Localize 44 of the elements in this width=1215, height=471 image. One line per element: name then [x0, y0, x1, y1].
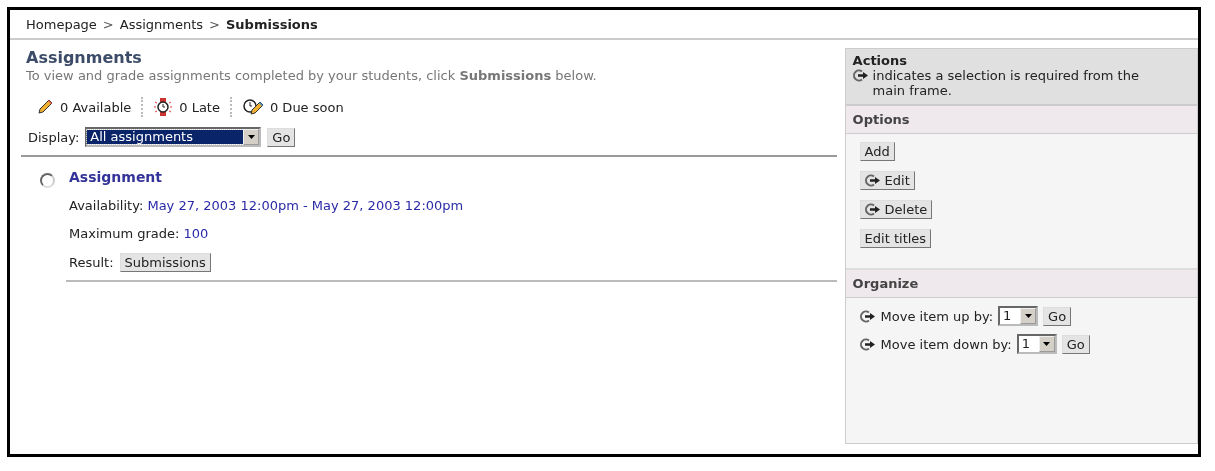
selection-arrow-icon [852, 69, 869, 82]
breadcrumb-item: Submissions [226, 16, 318, 32]
move-label: Move item up by: [880, 308, 994, 324]
breadcrumb-item[interactable]: Assignments [119, 16, 204, 32]
options-header: Options [845, 106, 1197, 134]
go-button[interactable]: Go [267, 127, 296, 147]
actions-note: indicates a selection is required from the main frame. [872, 68, 1140, 98]
breadcrumb-item[interactable]: Homepage [26, 16, 97, 32]
selection-arrow-icon [864, 174, 881, 187]
option-button[interactable]: Add [859, 142, 895, 161]
dropdown-caret-icon [1020, 308, 1037, 324]
assignment-title[interactable]: Assignment [69, 169, 163, 185]
submissions-button[interactable]: Submissions [119, 253, 211, 272]
assignment-field: Maximum grade: 100 [69, 226, 837, 241]
page-description: To view and grade assignments completed by your students, click Submissions below. [26, 68, 598, 83]
count-label: 0 Late [179, 99, 220, 115]
dropdown-caret-icon [243, 129, 260, 145]
page-title: Assignments [26, 48, 143, 67]
go-button[interactable]: Go [1061, 334, 1090, 354]
move-select[interactable]: 1 [1016, 334, 1057, 354]
dropdown-caret-icon [1038, 336, 1055, 352]
display-label: Display: [28, 129, 80, 145]
pencil-icon [36, 98, 54, 116]
option-button[interactable]: Edit titles [859, 229, 932, 248]
actions-title: Actions [852, 53, 908, 68]
watch-pencil-icon [241, 98, 264, 116]
breadcrumb-separator: > [209, 16, 220, 32]
result-label: Result: [69, 255, 114, 270]
radio-button[interactable] [40, 173, 55, 188]
assignment-field: Availability: May 27, 2003 12:00pm - May 27, 2003 12:00pm [69, 198, 837, 213]
move-label: Move item down by: [880, 336, 1012, 352]
count-label: 0 Due soon [269, 99, 344, 115]
option-button[interactable]: Edit [859, 171, 915, 190]
display-select[interactable]: All assignments [85, 127, 262, 147]
count-label: 0 Available [60, 99, 132, 115]
selection-arrow-icon [859, 309, 876, 323]
selection-arrow-icon [859, 337, 876, 351]
alarm-watch-icon [153, 97, 174, 117]
selection-arrow-icon [864, 203, 881, 216]
organize-header: Organize [845, 270, 1197, 298]
breadcrumb-separator: > [102, 16, 114, 32]
move-select[interactable]: 1 [998, 306, 1039, 326]
option-button[interactable]: Delete [859, 200, 933, 219]
go-button[interactable]: Go [1043, 306, 1072, 326]
